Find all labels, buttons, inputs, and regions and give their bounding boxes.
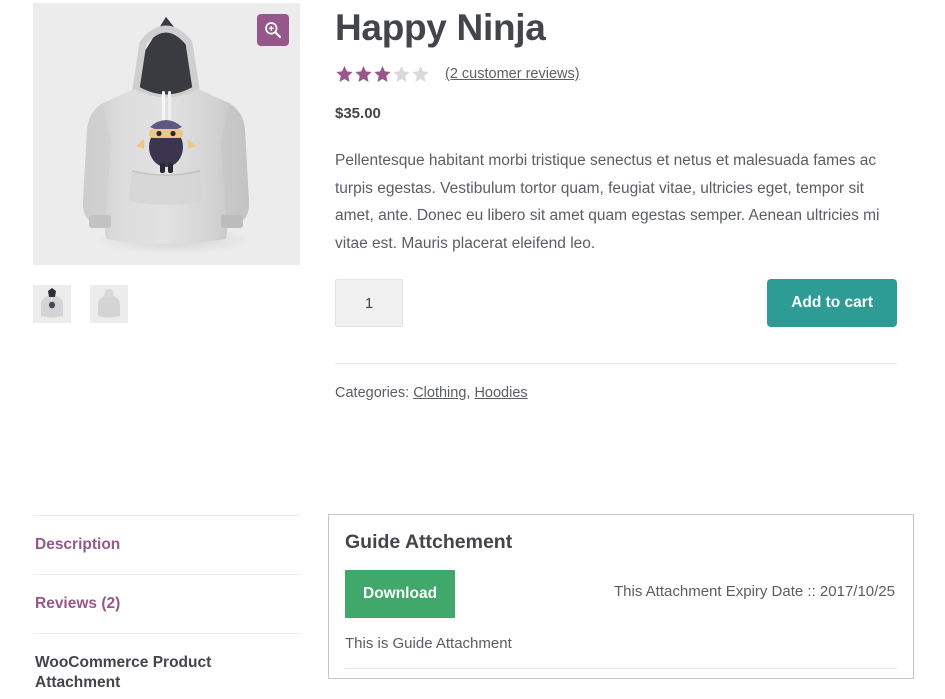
quantity-input[interactable] xyxy=(335,279,403,327)
attachment-action-row: Download This Attachment Expiry Date :: … xyxy=(345,570,897,618)
category-link-hoodies[interactable]: Hoodies xyxy=(474,385,527,401)
tab-description[interactable]: Description xyxy=(33,516,300,574)
attachment-inner-divider xyxy=(345,668,897,669)
product-summary: Happy Ninja (2 customer reviews) $35.00 … xyxy=(335,0,897,401)
download-button[interactable]: Download xyxy=(345,570,455,618)
hoodie-thumb-plain-icon xyxy=(90,285,128,323)
page-title: Happy Ninja xyxy=(335,0,897,52)
hoodie-thumb-front-icon xyxy=(33,285,71,323)
thumbnail-list xyxy=(33,285,300,323)
thumbnail-1[interactable] xyxy=(33,285,71,323)
star-empty-icon xyxy=(411,65,430,83)
thumbnail-2[interactable] xyxy=(90,285,128,323)
add-to-cart-button[interactable]: Add to cart xyxy=(767,279,897,327)
category-link-clothing[interactable]: Clothing xyxy=(413,385,466,401)
product-gallery xyxy=(33,3,300,323)
product-short-description: Pellentesque habitant morbi tristique se… xyxy=(335,147,897,257)
attachment-description: This is Guide Attachment xyxy=(345,635,897,652)
rating-row: (2 customer reviews) xyxy=(335,64,897,84)
star-filled-icon xyxy=(373,65,392,83)
star-rating xyxy=(335,65,430,83)
categories-separator: , xyxy=(466,385,470,401)
zoom-in-magnifier-icon[interactable] xyxy=(257,14,289,46)
star-filled-icon xyxy=(354,65,373,83)
product-page: Happy Ninja (2 customer reviews) $35.00 … xyxy=(0,0,945,699)
product-tabs: Description Reviews (2) WooCommerce Prod… xyxy=(33,515,300,699)
star-filled-icon xyxy=(335,65,354,83)
star-empty-icon xyxy=(392,65,411,83)
categories-label: Categories: xyxy=(335,385,409,401)
customer-reviews-link[interactable]: (2 customer reviews) xyxy=(445,66,580,82)
product-price: $35.00 xyxy=(335,105,897,122)
add-to-cart-form: Add to cart xyxy=(335,279,897,327)
attachment-expiry-date: This Attachment Expiry Date :: 2017/10/2… xyxy=(614,583,895,600)
tab-woocommerce-product-attachment[interactable]: WooCommerce Product Attachment xyxy=(33,634,300,699)
main-product-image[interactable] xyxy=(33,3,300,265)
summary-divider xyxy=(335,363,897,364)
tab-reviews[interactable]: Reviews (2) xyxy=(33,575,300,633)
attachment-panel: Guide Attchement Download This Attachmen… xyxy=(328,514,914,679)
product-meta: Categories: Clothing, Hoodies xyxy=(335,385,897,401)
attachment-title: Guide Attchement xyxy=(345,528,897,556)
